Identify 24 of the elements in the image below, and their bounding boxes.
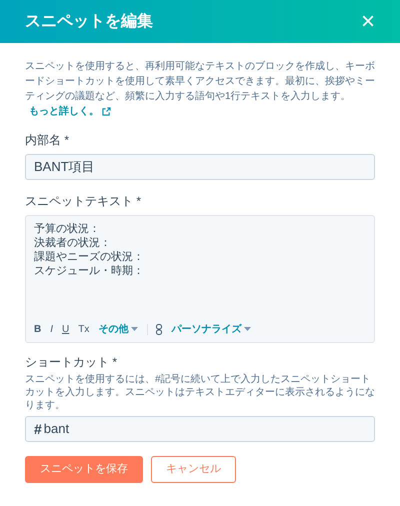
link-icon <box>156 324 162 334</box>
field-label: 内部名 * <box>25 132 70 149</box>
snippet-text-content: 予算の状況： 決裁者の状況： 課題やニーズの状況： スケジュール・時期： <box>34 222 145 278</box>
description-text: スニペットを使用すると、再利用可能なテキストのブロックを作成し、キーボードショートカットを使用して素早くアクセスできます。最初に、挨拶やミーティングの議題など、頻繁に入力する語句や1行テキストを入力します。 もっと詳しく。 <box>25 60 375 119</box>
learn-more-link[interactable]: もっと詳しく。 <box>29 104 111 119</box>
hint-text: スニペットを使用するには、#記号に続いて上で入力したスニペットショートカットを入力します。スニペットはテキストエディターに表示されるようになります。 <box>25 373 375 412</box>
dropdown-button[interactable]: パーソナライズ <box>171 322 252 336</box>
format-button[interactable]: U <box>62 322 70 336</box>
field-label: スニペットテキスト * <box>25 193 142 210</box>
shortcut-value: bant <box>44 420 70 438</box>
dropdown-button[interactable]: その他 <box>98 322 138 336</box>
snippet-text-editor[interactable]: 予算の状況： 決裁者の状況： 課題やニーズの状況： スケジュール・時期： B I U Tx その他 パーソナライズ <box>25 215 375 343</box>
format-button[interactable]: B <box>34 322 42 336</box>
field-label: ショートカット * <box>25 354 118 371</box>
caret-icon <box>131 327 138 331</box>
format-button[interactable]: Tx <box>78 322 90 336</box>
external-link-icon <box>102 107 111 116</box>
dialog-title: スニペットを編集 <box>25 12 153 32</box>
hash-prefix: # <box>34 420 42 438</box>
name-input-field[interactable]: BANT項目 <box>25 154 375 180</box>
caret-icon <box>244 327 252 331</box>
format-button[interactable]: I <box>50 322 54 336</box>
link-button[interactable] <box>147 324 162 334</box>
shortcut-input-field[interactable]: #bant <box>25 416 375 442</box>
